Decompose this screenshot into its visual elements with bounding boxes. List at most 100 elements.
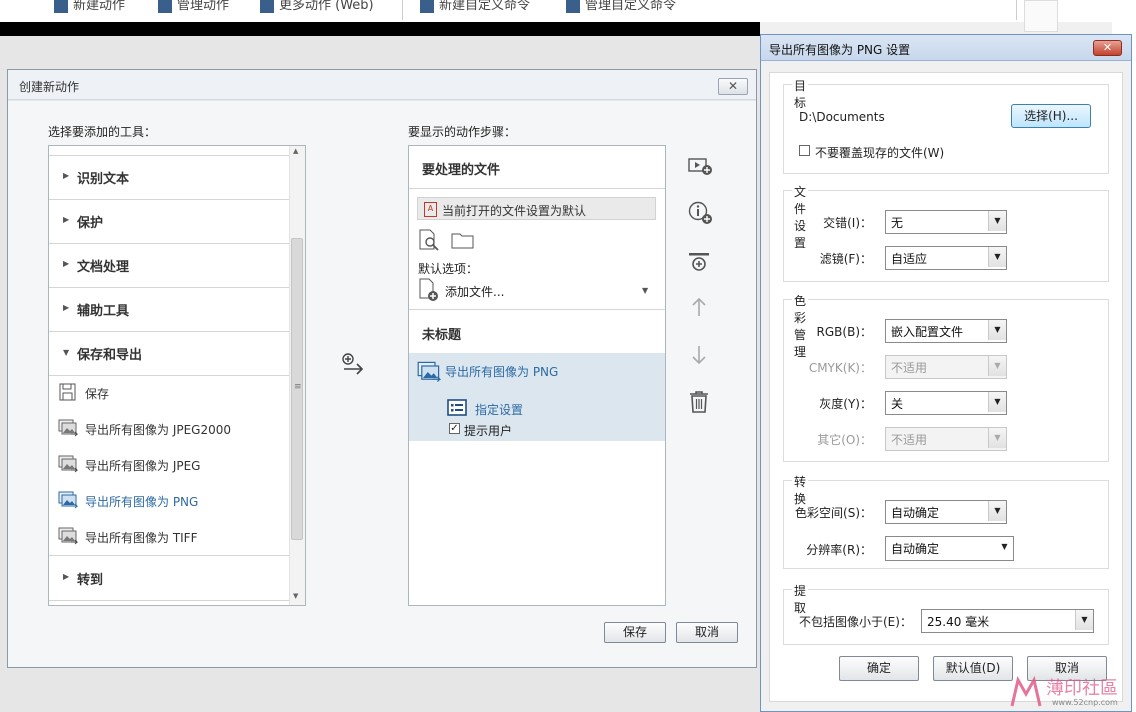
chevron-down-icon: ▼: [988, 501, 1006, 521]
dropdown-arrow-icon[interactable]: ▼: [642, 286, 648, 295]
tools-label: 选择要添加的工具：: [48, 125, 157, 139]
add-instruction-button[interactable]: [688, 201, 714, 225]
default-file-setting[interactable]: A 当前打开的文件设置为默认: [417, 197, 656, 220]
tool-group-save-export[interactable]: ▼ 保存和导出: [49, 331, 289, 376]
tool-item-export-jpeg2000[interactable]: 导出所有图像为 JPEG2000: [49, 411, 289, 447]
pdf-icon: A: [424, 202, 437, 217]
tool-group-accessibility[interactable]: ▶ 辅助工具: [49, 287, 289, 332]
resolution-label: 分辨率(R)：: [806, 543, 872, 557]
close-button[interactable]: ✕: [1093, 40, 1122, 56]
tool-group-protect[interactable]: ▶ 保护: [49, 199, 289, 244]
create-action-dialog: 创建新动作 ✕ 选择要添加的工具： 要显示的动作步骤： ▶ 识别文本 ▶ 保护 …: [7, 69, 757, 668]
action-step-row[interactable]: 导出所有图像为 PNG 指定设置 ✓ 提示用户: [409, 353, 665, 441]
no-overwrite-checkbox[interactable]: [799, 145, 810, 156]
arrow-down-icon: [692, 346, 706, 365]
colorspace-select[interactable]: 自动确定 ▼: [885, 500, 1007, 524]
expand-triangle-icon: ▶: [63, 171, 70, 180]
dialog-titlebar: 创建新动作 ✕: [8, 70, 756, 100]
chevron-down-icon: ▼: [988, 320, 1006, 340]
action-step-label: 导出所有图像为 PNG: [445, 365, 559, 379]
toolbar-divider: [1016, 0, 1017, 20]
move-up-button[interactable]: [688, 295, 714, 319]
separator-add-icon: [689, 253, 709, 271]
prompt-user-checkbox[interactable]: ✓: [449, 423, 460, 434]
settings-list-icon[interactable]: [447, 399, 467, 416]
restore-defaults-button[interactable]: 默认值(D): [933, 656, 1013, 681]
save-button[interactable]: 保存: [604, 622, 666, 643]
gear-add-icon: [420, 0, 434, 13]
manage-custom-commands-tool[interactable]: 管理自定义命令: [566, 0, 676, 13]
new-action-tool[interactable]: 新建动作: [54, 0, 125, 13]
steps-label: 要显示的动作步骤：: [408, 125, 517, 139]
scroll-up-icon[interactable]: ▲: [293, 147, 298, 155]
toolbar-divider: [402, 0, 403, 20]
watermark: 薄印社區 www.52cnp.com: [1008, 674, 1134, 710]
tool-group-ocr[interactable]: ▶ 识别文本: [49, 155, 289, 200]
add-file-icon: [419, 278, 438, 301]
gray-select[interactable]: 关 ▼: [885, 391, 1007, 415]
untitled-section-header: 未标题: [422, 328, 462, 343]
insert-stop-button[interactable]: [688, 153, 714, 177]
filter-select[interactable]: 自适应 ▼: [885, 246, 1007, 270]
manage-actions-tool[interactable]: 管理动作: [158, 0, 229, 13]
new-custom-command-tool[interactable]: 新建自定义命令: [420, 0, 530, 13]
chevron-down-icon: ▼: [988, 247, 1006, 267]
chevron-down-icon: ▼: [988, 428, 1006, 448]
save-icon: [59, 383, 76, 401]
title-strip: [0, 22, 760, 36]
more-actions-tool[interactable]: 更多动作 (Web): [260, 0, 374, 13]
action-steps-list[interactable]: 要处理的文件 A 当前打开的文件设置为默认 默认选项： 添加文件... ▼ 未标…: [408, 145, 666, 606]
arrow-up-icon: [692, 297, 706, 316]
export-image-icon: [58, 455, 78, 473]
add-files-dropdown[interactable]: 添加文件...: [445, 283, 504, 300]
colorspace-label: 色彩空间(S)：: [795, 506, 872, 520]
tool-group-document[interactable]: ▶ 文档处理: [49, 243, 289, 288]
add-to-steps-button[interactable]: [342, 353, 364, 375]
ok-button[interactable]: 确定: [839, 656, 919, 681]
default-options-label: 默认选项：: [418, 262, 479, 276]
scroll-thumb[interactable]: ≡: [291, 238, 303, 540]
globe-icon: [260, 0, 274, 13]
file-search-icon[interactable]: [418, 229, 442, 251]
watermark-text: 薄印社區: [1046, 678, 1118, 699]
export-image-icon: [58, 491, 78, 509]
target-path: D:\Documents: [799, 110, 885, 124]
tool-group-goto[interactable]: ▶ 转到: [49, 556, 289, 601]
toolbar-box[interactable]: [1024, 0, 1058, 32]
grip-icon: ≡: [294, 382, 302, 392]
cmyk-label: CMYK(K)：: [808, 361, 872, 375]
top-toolbar: 新建动作 管理动作 更多动作 (Web) 新建自定义命令 管理自定义命令: [0, 0, 1136, 32]
min-size-select[interactable]: 25.40 毫米 ▼: [921, 609, 1094, 633]
choose-folder-button[interactable]: 选择(H)...: [1011, 104, 1091, 128]
scroll-down-icon[interactable]: ▼: [293, 592, 298, 600]
add-separator-button[interactable]: [688, 250, 714, 274]
tool-item-export-tiff[interactable]: 导出所有图像为 TIFF: [49, 519, 289, 555]
info-add-icon: [688, 201, 712, 224]
export-image-icon: [58, 419, 78, 437]
tools-list[interactable]: ▶ 识别文本 ▶ 保护 ▶ 文档处理 ▶ 辅助工具 ▼ 保存和导出 保存 导出所…: [48, 145, 306, 606]
files-section-header: 要处理的文件: [422, 163, 501, 178]
trash-icon: [690, 391, 708, 413]
expand-triangle-icon: ▶: [63, 303, 70, 312]
tool-item-export-jpeg[interactable]: 导出所有图像为 JPEG: [49, 447, 289, 483]
specify-settings-link[interactable]: 指定设置: [475, 401, 523, 418]
rgb-select[interactable]: 嵌入配置文件 ▼: [885, 319, 1007, 343]
manage-actions-icon: [158, 0, 172, 13]
move-down-button[interactable]: [688, 343, 714, 367]
expand-triangle-icon: ▶: [63, 259, 70, 268]
tool-item-export-png[interactable]: 导出所有图像为 PNG: [49, 483, 289, 519]
interlace-select[interactable]: 无 ▼: [885, 210, 1007, 234]
chevron-down-icon: ▼: [1075, 610, 1093, 630]
extract-title: 提取: [792, 582, 809, 616]
chevron-down-icon: ▼: [996, 537, 1013, 557]
collapse-triangle-icon: ▼: [63, 348, 70, 357]
folder-icon[interactable]: [451, 230, 475, 250]
resolution-combobox[interactable]: 自动确定 ▼: [885, 536, 1014, 561]
interlace-label: 交错(I)：: [823, 216, 872, 230]
delete-step-button[interactable]: [688, 390, 714, 414]
tool-item-save[interactable]: 保存: [49, 375, 289, 411]
cancel-button[interactable]: 取消: [676, 622, 738, 643]
gray-label: 灰度(Y)：: [819, 397, 872, 411]
conversion-title: 转换: [792, 473, 809, 507]
close-button[interactable]: ✕: [718, 78, 748, 95]
